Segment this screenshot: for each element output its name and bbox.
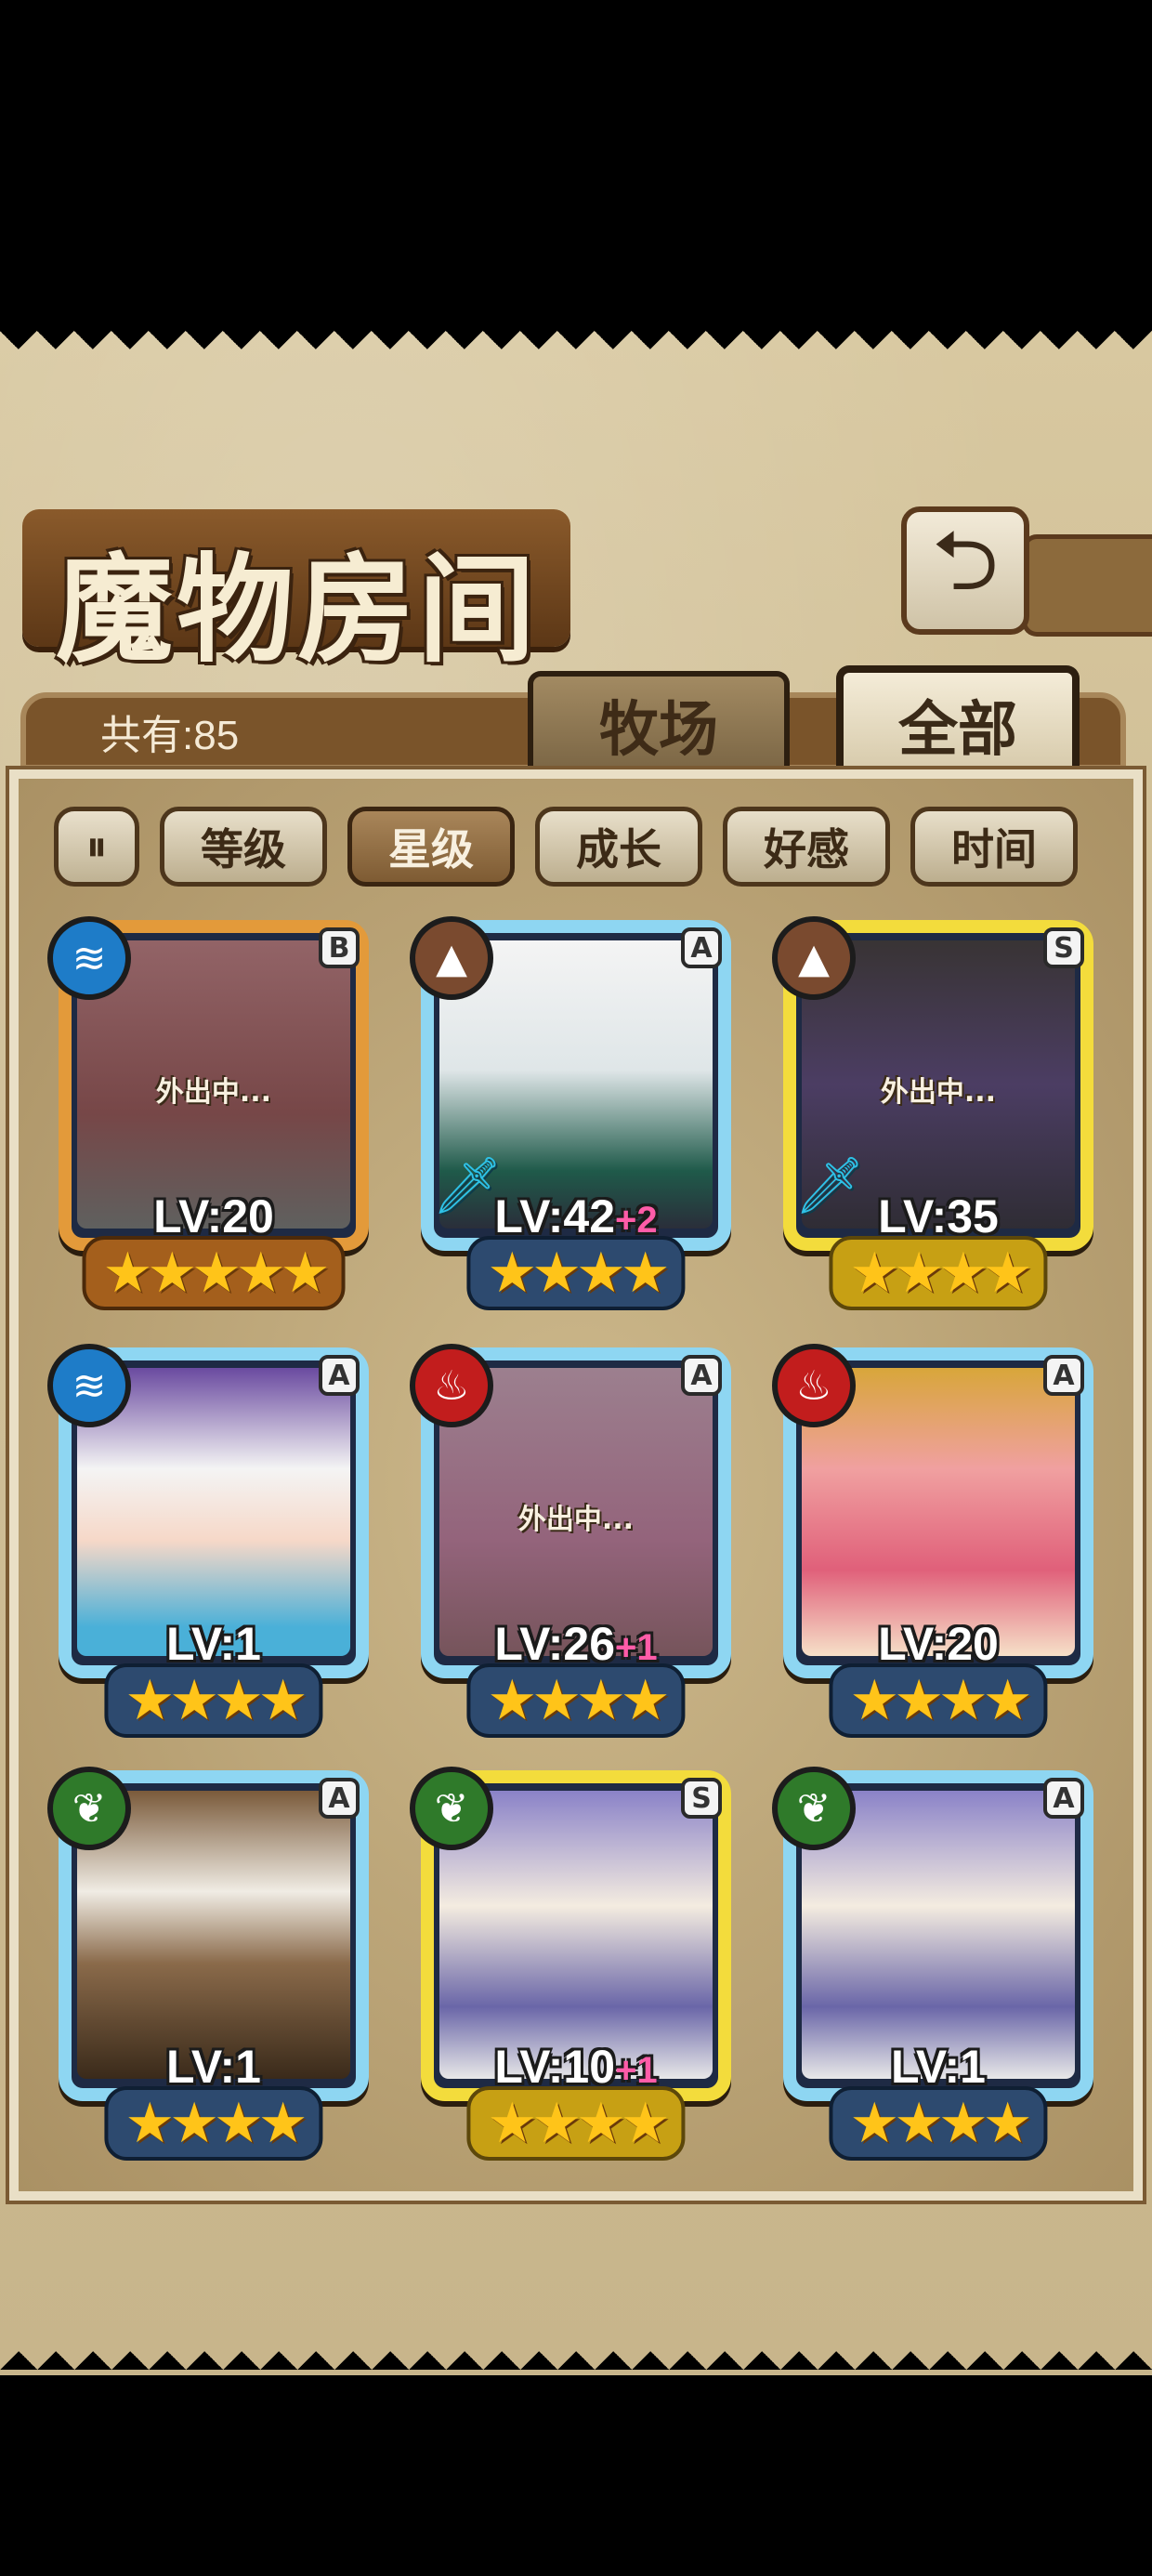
star-rating: ★★★★ [466,1663,686,1738]
monster-card[interactable]: A ♨ 外出中... LV:26+1 ★★★★ [410,1344,739,1738]
away-status: 外出中... [517,1504,635,1536]
leaf-icon: ❦ [772,1767,856,1850]
star-rating: ★★★★ [466,1236,686,1310]
monster-card[interactable]: S ▲ 🗡 外出中... LV:35 ★★★★ [772,916,1101,1310]
flame-icon: ♨ [410,1344,493,1427]
grade-badge: S [681,1778,722,1819]
flame-icon: ♨ [772,1344,856,1427]
monster-card[interactable]: A ▲ 🗡 LV:42+2 ★★★★ [410,916,739,1310]
monster-card[interactable]: A ♨ LV:20 ★★★★ [772,1344,1101,1738]
leaf-icon: ❦ [410,1767,493,1850]
sort-toggle-icon: ⏸ [85,821,108,871]
star-rating: ★★★★ [104,1663,323,1738]
star-rating: ★★★★★ [82,1236,346,1310]
sort-level-button[interactable]: 等级 [160,807,327,887]
tab-all[interactable]: 全部 [836,665,1080,777]
mountain-icon: ▲ [772,916,856,1000]
monster-card[interactable]: A ≋ LV:1 ★★★★ [47,1344,376,1738]
sort-star-button[interactable]: 星级 [347,807,515,887]
monster-card[interactable]: A ❦ LV:1 ★★★★ [47,1767,376,2161]
star-rating: ★★★★ [466,2086,686,2161]
grade-badge: A [681,1355,722,1396]
water-waves-icon: ≋ [47,1344,131,1427]
star-rating: ★★★★ [829,1236,1048,1310]
grade-badge: A [319,1778,360,1819]
tab-all-label: 全部 [898,696,1017,765]
grade-badge: A [1043,1355,1084,1396]
grade-badge: A [1043,1778,1084,1819]
back-button[interactable]: ⮌ [901,506,1029,635]
sort-order-toggle[interactable]: ⏸ [54,807,139,887]
monster-card[interactable]: A ❦ LV:1 ★★★★ [772,1767,1101,2161]
monster-card[interactable]: S ❦ LV:10+1 ★★★★ [410,1767,739,2161]
sort-growth-button[interactable]: 成长 [535,807,702,887]
grade-badge: A [319,1355,360,1396]
panel-bottom-edge [0,2333,1152,2370]
away-status: 外出中... [155,1076,272,1109]
sort-time-button[interactable]: 时间 [910,807,1078,887]
back-button-plate [1022,534,1152,637]
star-rating: ★★★★ [829,1663,1048,1738]
grade-badge: S [1043,927,1084,968]
grade-badge: A [681,927,722,968]
return-arrow-icon: ⮌ [931,511,1000,610]
tab-ranch-label: 牧场 [599,696,718,765]
sort-affection-button[interactable]: 好感 [723,807,890,887]
mountain-icon: ▲ [410,916,493,1000]
monster-count: 共有:85 [100,713,240,758]
tab-ranch[interactable]: 牧场 [528,671,790,773]
star-rating: ★★★★ [104,2086,323,2161]
away-status: 外出中... [880,1076,997,1109]
grade-badge: B [319,927,360,968]
leaf-icon: ❦ [47,1767,131,1850]
panel-top-edge [0,331,1152,368]
water-waves-icon: ≋ [47,916,131,1000]
star-rating: ★★★★ [829,2086,1048,2161]
monster-card[interactable]: B ≋ 外出中... LV:20 ★★★★★ [47,916,376,1310]
page-title: 魔物房间 [56,541,539,678]
